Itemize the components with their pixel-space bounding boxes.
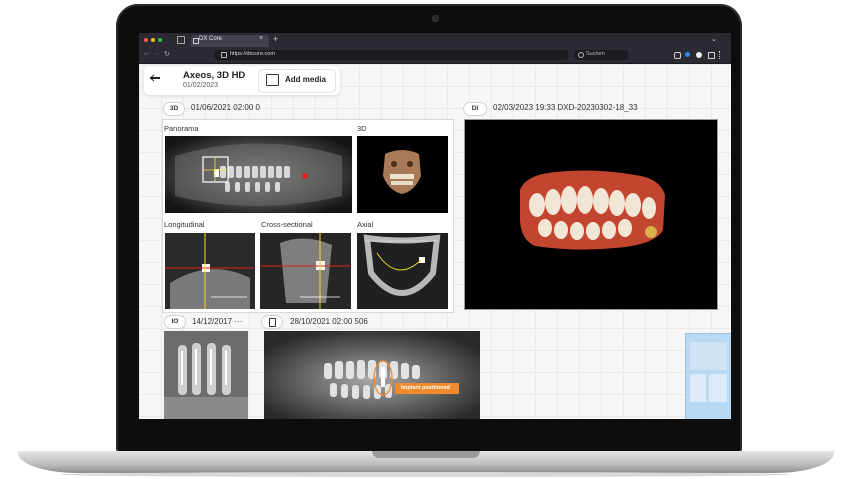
add-media-label: Add media (285, 75, 326, 84)
panorama-image[interactable] (165, 136, 352, 213)
minimize-window-icon[interactable] (151, 38, 155, 42)
document-icon (269, 318, 276, 327)
url-text[interactable]: https://dxcore.com (230, 51, 275, 57)
axial-label: Axial (357, 220, 374, 229)
close-window-icon[interactable] (144, 38, 148, 42)
shield-icon[interactable] (674, 52, 681, 59)
page-title: Axeos, 3D HD (183, 70, 246, 81)
webcam (432, 15, 439, 22)
panoramic-xray-image[interactable] (264, 331, 480, 419)
browser-back-icon[interactable]: ← (143, 50, 150, 57)
account-icon[interactable] (696, 52, 702, 58)
placeholder-tile (690, 374, 706, 402)
lock-icon (221, 52, 227, 58)
search-placeholder: Suchen (586, 51, 605, 57)
panorama-label: Panorama (164, 124, 199, 133)
tab-list-icon[interactable] (177, 36, 185, 44)
page-date: 01/02/2023 (183, 82, 219, 89)
menu-icon[interactable] (719, 51, 722, 59)
axial-image[interactable] (357, 233, 448, 309)
intraoral-scan-3d-image[interactable] (464, 119, 718, 310)
placeholder-tile (709, 374, 727, 402)
cross-sectional-label: Cross-sectional (261, 220, 313, 229)
annotation-label: Implant positioned (401, 385, 450, 391)
new-tab-icon[interactable]: + (273, 34, 278, 44)
laptop-notch (372, 451, 480, 458)
badge-di: DI (463, 102, 487, 116)
placeholder-tile (690, 342, 727, 370)
drop-zone-placeholder[interactable] (685, 333, 731, 419)
chevron-down-icon[interactable]: ⌄ (711, 35, 717, 43)
browser-forward-icon[interactable]: → (153, 50, 160, 57)
badge-io: IO (164, 315, 186, 329)
threed-label: 3D (357, 124, 367, 133)
longitudinal-image[interactable] (165, 233, 255, 309)
badge-3d: 3D (163, 102, 185, 116)
badge-document (261, 315, 283, 329)
tab-title: DX Core (199, 36, 223, 42)
laptop-shadow (60, 472, 790, 477)
maximize-window-icon[interactable] (158, 38, 162, 42)
extensions-icon[interactable] (708, 52, 715, 59)
group-timestamp: 02/03/2023 19:33 DXD-20230302-18_33 (493, 103, 638, 112)
longitudinal-label: Longitudinal (164, 220, 205, 229)
cross-sectional-image[interactable] (260, 233, 351, 309)
threed-render-image[interactable] (357, 136, 448, 213)
group-timestamp: 01/06/2021 02:00 0 (191, 103, 260, 112)
screen: DX Core × + ⌄ ← → ↻ https://dxcore.com S… (139, 33, 731, 419)
group-timestamp: 28/10/2021 02:00 506 (290, 317, 368, 326)
search-icon (578, 52, 584, 58)
download-icon[interactable] (685, 52, 690, 57)
tab-close-icon[interactable]: × (259, 35, 263, 42)
reload-icon[interactable]: ↻ (164, 50, 170, 58)
group-timestamp: 14/12/2017 ··· (192, 317, 243, 326)
image-add-icon (266, 74, 279, 86)
intraoral-xray-image[interactable] (164, 331, 248, 419)
